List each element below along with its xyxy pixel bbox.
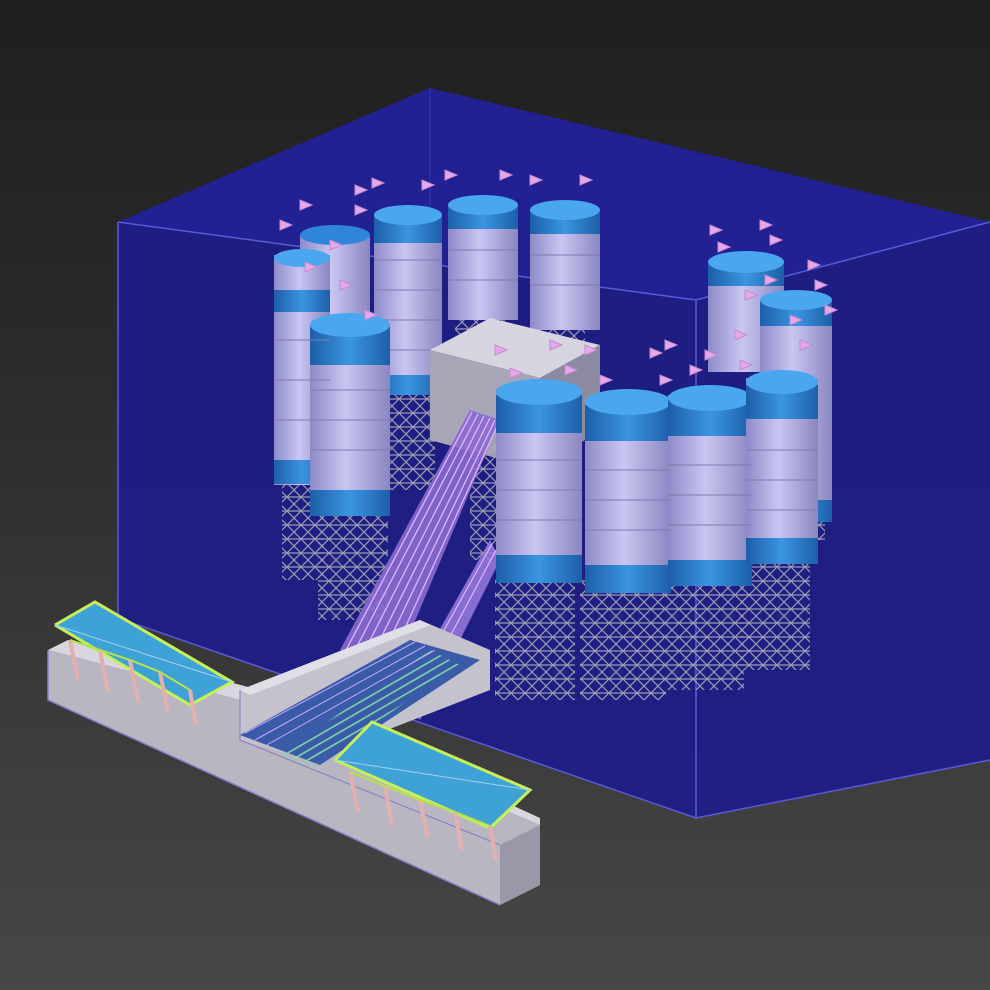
silo bbox=[496, 379, 582, 583]
silo bbox=[448, 195, 518, 320]
silo bbox=[310, 313, 390, 516]
silo bbox=[585, 389, 671, 593]
silo-support-tower bbox=[495, 580, 575, 700]
silo-support-tower bbox=[664, 580, 744, 690]
silo-cluster-front bbox=[495, 370, 818, 700]
viewport-scene bbox=[47, 88, 990, 906]
silo bbox=[530, 200, 600, 330]
silo-support-tower bbox=[385, 380, 435, 490]
silo bbox=[746, 370, 818, 564]
silo-support-tower bbox=[580, 580, 666, 700]
3d-viewport[interactable] bbox=[0, 0, 990, 990]
silo bbox=[668, 385, 752, 586]
